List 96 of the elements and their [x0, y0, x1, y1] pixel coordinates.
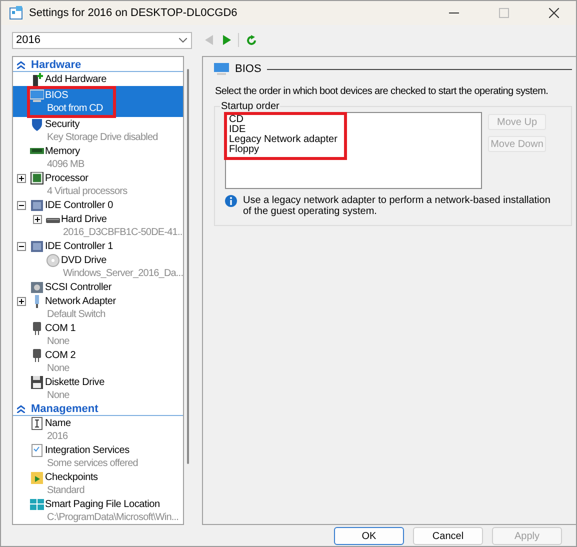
section-title: Management — [31, 402, 98, 414]
item-detail: None — [46, 362, 70, 375]
window-title: Settings for 2016 on DESKTOP-DL0CGD6 — [29, 7, 238, 19]
serial-port-icon — [30, 349, 44, 362]
monitor-icon — [30, 89, 44, 102]
tree-item[interactable]: DVD Drive Windows_Server_2016_Da... — [13, 253, 183, 280]
startup-order-list[interactable]: CD IDE Legacy Network adapter Floppy — [225, 112, 482, 189]
processor-icon — [30, 172, 44, 185]
tree-item[interactable]: Memory 4096 MB — [13, 144, 183, 171]
caret-icon — [179, 38, 187, 42]
tree-item[interactable]: Name 2016 — [13, 416, 183, 443]
shield-icon — [30, 118, 44, 131]
item-label: Hard Drive — [61, 213, 108, 226]
item-label: IDE Controller 0 — [45, 199, 113, 212]
tree-item[interactable]: Integration Services Some services offered — [13, 443, 183, 470]
folder-icon — [30, 471, 44, 484]
item-detail: 4 Virtual processors — [46, 185, 128, 198]
boot-device-item[interactable]: Floppy — [229, 145, 338, 155]
item-label: Processor — [45, 172, 90, 185]
serial-port-icon — [30, 322, 44, 335]
item-label: Add Hardware — [45, 73, 107, 86]
item-label: COM 2 — [45, 349, 76, 362]
item-label: Memory — [45, 145, 81, 158]
item-detail: Some services offered — [46, 457, 138, 470]
collapse-icon[interactable] — [17, 242, 26, 251]
item-detail: None — [46, 389, 70, 402]
boot-device-item[interactable]: CD — [229, 115, 338, 125]
item-detail: Default Switch — [46, 308, 106, 321]
collapse-section-icon[interactable] — [17, 404, 25, 412]
expand-icon[interactable] — [17, 174, 26, 183]
tree-item[interactable]: IDE Controller 1 — [13, 239, 183, 253]
tree-item[interactable]: Add Hardware — [13, 72, 183, 86]
info-text: Use a legacy network adapter to perform a network-based installation of the guest operating system. — [243, 195, 552, 217]
info-icon — [225, 195, 237, 207]
scrollbar[interactable] — [187, 69, 189, 464]
dialog-button[interactable]: OK — [334, 527, 404, 545]
item-label: BIOS — [45, 89, 70, 102]
item-label: SCSI Controller — [45, 281, 112, 294]
tree-item[interactable]: SCSI Controller — [13, 280, 183, 294]
tree-item[interactable]: IDE Controller 0 — [13, 198, 183, 212]
monitor-icon — [214, 63, 229, 75]
item-label: Security — [45, 118, 81, 131]
tree-item[interactable]: Security Key Storage Drive disabled — [13, 117, 183, 144]
item-detail: Standard — [46, 484, 86, 497]
document-icon — [30, 444, 44, 457]
item-label: COM 1 — [45, 322, 76, 335]
item-label: Name — [45, 417, 71, 430]
item-label: Diskette Drive — [45, 376, 104, 389]
section-title: Hardware — [31, 58, 82, 70]
item-detail: 2016 — [46, 430, 69, 443]
tree-item[interactable]: Network Adapter Default Switch — [13, 294, 183, 321]
forward-icon — [223, 35, 231, 45]
item-detail: Key Storage Drive disabled — [46, 131, 158, 144]
disc-icon — [46, 254, 60, 267]
controller-icon — [30, 240, 44, 253]
vm-dropdown[interactable]: 2016 — [12, 32, 192, 48]
item-label: IDE Controller 1 — [45, 240, 113, 253]
item-detail: 2016_D3CBFB1C-50DE-41... — [62, 226, 183, 239]
boot-device-item[interactable]: Legacy Network adapter — [229, 135, 338, 145]
tree-item[interactable]: BIOS Boot from CD — [13, 86, 183, 117]
expand-icon[interactable] — [17, 297, 26, 306]
expand-icon[interactable] — [33, 215, 42, 224]
tree-item[interactable]: Hard Drive 2016_D3CBFB1C-50DE-41... — [13, 212, 183, 239]
refresh-icon — [246, 34, 257, 46]
dialog-button[interactable]: Cancel — [413, 527, 483, 545]
maximize-icon — [499, 8, 509, 18]
tree-item[interactable]: Smart Paging File Location C:\ProgramData\Microsoft\Win... — [13, 497, 183, 524]
group-label: Startup order — [220, 101, 280, 112]
item-detail: 4096 MB — [46, 158, 84, 171]
item-detail: None — [46, 335, 70, 348]
tree-item[interactable]: Diskette Drive None — [13, 375, 183, 402]
item-label: DVD Drive — [61, 254, 108, 267]
panel-title: BIOS — [235, 63, 262, 75]
description-text: Select the order in which boot devices are checked to start the operating system. — [215, 86, 550, 97]
tree-item[interactable]: COM 1 None — [13, 321, 183, 348]
item-detail: C:\ProgramData\Microsoft\Win... — [46, 511, 179, 524]
tree-item[interactable]: Checkpoints Standard — [13, 470, 183, 497]
collapse-icon[interactable] — [17, 201, 26, 210]
item-label: Smart Paging File Location — [45, 498, 161, 511]
controller-icon — [30, 199, 44, 212]
item-detail: Windows_Server_2016_Da... — [62, 267, 183, 280]
boot-device-item[interactable]: IDE — [229, 125, 338, 135]
item-detail: Boot from CD — [46, 102, 103, 115]
back-icon — [205, 35, 213, 45]
item-label: Checkpoints — [45, 471, 98, 484]
close-icon — [549, 8, 559, 18]
item-label: Integration Services — [45, 444, 130, 457]
add-hardware-icon — [30, 73, 44, 86]
collapse-section-icon[interactable] — [17, 60, 25, 68]
paging-file-icon — [30, 498, 44, 511]
scsi-controller-icon — [30, 281, 44, 294]
tree-item[interactable]: Processor 4 Virtual processors — [13, 171, 183, 198]
tree-item[interactable]: COM 2 None — [13, 348, 183, 375]
settings-window-icon — [9, 6, 23, 20]
text-field-icon — [30, 417, 44, 430]
item-label: Network Adapter — [45, 295, 116, 308]
